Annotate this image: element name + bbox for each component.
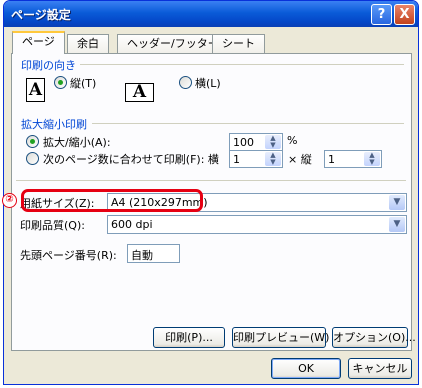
- tab-margins[interactable]: 余白: [67, 34, 109, 53]
- tab-page[interactable]: ページ: [12, 31, 65, 54]
- tab-sheet[interactable]: シート: [212, 34, 265, 53]
- print-button[interactable]: 印刷(P)...: [153, 327, 225, 348]
- percent-unit: %: [287, 134, 298, 147]
- fit-tall-spinner[interactable]: 1 ▲ ▼: [324, 150, 382, 168]
- landscape-icon: A: [125, 83, 154, 102]
- orientation-group-label: 印刷の向き: [21, 59, 76, 72]
- fit-tall-label: × 縦: [288, 153, 312, 166]
- dialog-title: ページ設定: [11, 8, 71, 22]
- scaling-group-label: 拡大縮小印刷: [21, 118, 87, 131]
- fit-wide-spinner[interactable]: 1 ▲ ▼: [229, 150, 283, 168]
- chevron-down-icon[interactable]: ▼: [389, 195, 405, 210]
- spinner-arrows-icon[interactable]: ▲ ▼: [265, 152, 281, 166]
- fit-tall-value: 1: [328, 153, 335, 166]
- orientation-divider: [80, 64, 404, 65]
- fit-label[interactable]: 次のページ数に合わせて印刷(F): 横: [43, 151, 219, 167]
- adjust-radio[interactable]: [26, 135, 39, 148]
- adjust-spinner[interactable]: 100 ▲ ▼: [229, 133, 283, 151]
- section-divider: [16, 180, 406, 181]
- ok-button[interactable]: OK: [271, 358, 341, 379]
- print-preview-button[interactable]: 印刷プレビュー(W): [232, 327, 329, 348]
- fit-wide-value: 1: [233, 153, 240, 166]
- paper-size-highlight: [21, 189, 203, 212]
- portrait-icon: A: [26, 78, 45, 102]
- fit-radio[interactable]: [26, 152, 39, 165]
- landscape-radio[interactable]: [179, 76, 192, 89]
- help-button[interactable]: ?: [371, 4, 392, 25]
- chevron-down-icon[interactable]: ▼: [389, 217, 405, 232]
- step-badge: ②: [2, 193, 17, 208]
- spinner-arrows-icon[interactable]: ▲ ▼: [364, 152, 380, 166]
- first-page-input[interactable]: 自動: [127, 244, 180, 263]
- close-button[interactable]: X: [394, 4, 415, 25]
- portrait-label[interactable]: 縦(T): [70, 75, 96, 91]
- cancel-button[interactable]: キャンセル: [348, 358, 412, 379]
- print-quality-label: 印刷品質(Q):: [20, 219, 85, 232]
- spinner-arrows-icon[interactable]: ▲ ▼: [265, 135, 281, 149]
- first-page-label: 先頭ページ番号(R):: [20, 249, 117, 262]
- landscape-label[interactable]: 横(L): [195, 75, 221, 91]
- scaling-divider: [92, 123, 404, 124]
- print-quality-select[interactable]: 600 dpi ▼: [107, 215, 407, 234]
- portrait-radio[interactable]: [54, 76, 67, 89]
- print-quality-value: 600 dpi: [111, 218, 153, 231]
- options-button[interactable]: オプション(O)...: [332, 327, 416, 348]
- adjust-label[interactable]: 拡大/縮小(A):: [43, 134, 111, 150]
- title-bar[interactable]: ページ設定 ? X: [4, 1, 418, 27]
- adjust-value: 100: [233, 136, 254, 149]
